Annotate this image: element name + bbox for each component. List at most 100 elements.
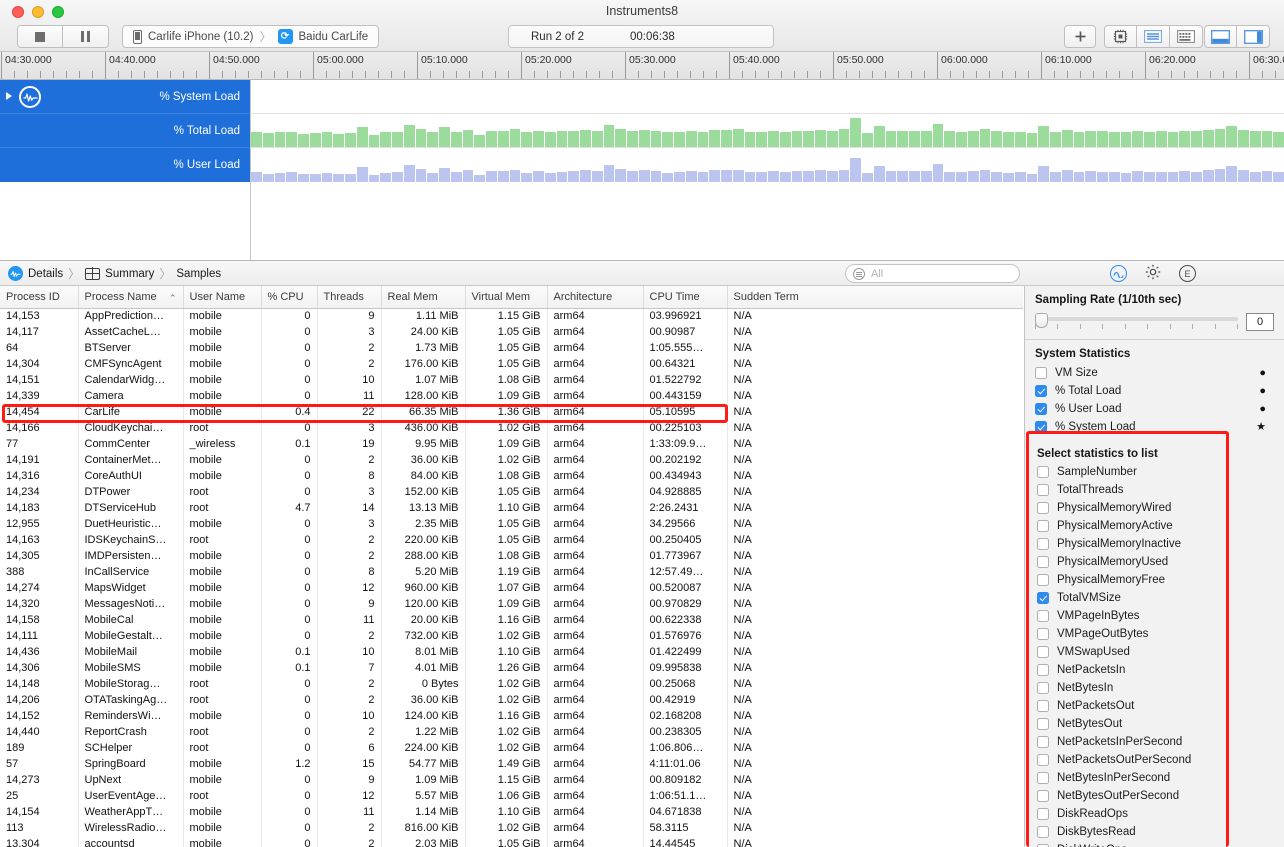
select-statistic-row[interactable]: DiskReadOps xyxy=(1037,805,1274,823)
checkbox[interactable] xyxy=(1037,754,1049,766)
checkbox[interactable] xyxy=(1037,466,1049,478)
table-row[interactable]: 77CommCenter_wireless0.1199.95 MiB1.09 G… xyxy=(0,436,1023,452)
checkbox[interactable] xyxy=(1037,826,1049,838)
select-statistic-row[interactable]: DiskWriteOps xyxy=(1037,841,1274,847)
keyboard-grid-button[interactable] xyxy=(1170,25,1203,48)
target-selector[interactable]: Carlife iPhone (10.2) 〉 ⟳ Baidu CarLife xyxy=(122,25,379,48)
pause-button[interactable] xyxy=(63,25,109,48)
table-row[interactable]: 189SCHelperroot06224.00 KiB1.02 GiBarm64… xyxy=(0,740,1023,756)
table-row[interactable]: 14,206OTATaskingAg…root0236.00 KiB1.02 G… xyxy=(0,692,1023,708)
table-row[interactable]: 14,339Cameramobile011128.00 KiB1.09 GiBa… xyxy=(0,388,1023,404)
column-header-virtual-mem[interactable]: Virtual Mem xyxy=(465,286,547,308)
table-row[interactable]: 14,440ReportCrashroot021.22 MiB1.02 GiBa… xyxy=(0,724,1023,740)
table-row[interactable]: 14,436MobileMailmobile0.1108.01 MiB1.10 … xyxy=(0,644,1023,660)
table-row[interactable]: 14,306MobileSMSmobile0.174.01 MiB1.26 Gi… xyxy=(0,660,1023,676)
checkbox[interactable] xyxy=(1035,367,1047,379)
system-statistic-row[interactable]: % System Load★ xyxy=(1035,418,1274,436)
table-row[interactable]: 388InCallServicemobile085.20 MiB1.19 GiB… xyxy=(0,564,1023,580)
select-statistic-row[interactable]: NetPacketsInPerSecond xyxy=(1037,733,1274,751)
column-header-architecture[interactable]: Architecture xyxy=(547,286,643,308)
column-header-process-id[interactable]: Process ID xyxy=(0,286,78,308)
checkbox[interactable] xyxy=(1035,385,1047,397)
table-row[interactable]: 14,320MessagesNoti…mobile09120.00 KiB1.0… xyxy=(0,596,1023,612)
cpu-chip-button[interactable] xyxy=(1104,25,1137,48)
table-row[interactable]: 14,148MobileStorag…root020 Bytes1.02 GiB… xyxy=(0,676,1023,692)
timeline-ruler[interactable]: 04:30.00004:40.00004:50.00005:00.00005:1… xyxy=(0,52,1284,80)
checkbox[interactable] xyxy=(1037,592,1049,604)
checkbox[interactable] xyxy=(1037,520,1049,532)
select-statistic-row[interactable]: NetPacketsOutPerSecond xyxy=(1037,751,1274,769)
select-statistic-row[interactable]: NetBytesOutPerSecond xyxy=(1037,787,1274,805)
breadcrumb-item-details[interactable]: Details xyxy=(28,268,63,280)
table-row[interactable]: 14,111MobileGestalt…mobile02732.00 KiB1.… xyxy=(0,628,1023,644)
checkbox[interactable] xyxy=(1037,502,1049,514)
select-statistic-row[interactable]: VMPageInBytes xyxy=(1037,607,1274,625)
table-row[interactable]: 14,163IDSKeychainS…root02220.00 KiB1.05 … xyxy=(0,532,1023,548)
checkbox[interactable] xyxy=(1035,403,1047,415)
toggle-inspector-panel-button[interactable] xyxy=(1237,25,1270,48)
system-statistic-row[interactable]: % User Load● xyxy=(1035,400,1274,418)
breadcrumb-item-summary[interactable]: Summary xyxy=(105,268,154,280)
table-row[interactable]: 14,305IMDPersisten…mobile02288.00 KiB1.0… xyxy=(0,548,1023,564)
select-statistic-row[interactable]: PhysicalMemoryInactive xyxy=(1037,535,1274,553)
extensions-button[interactable]: E xyxy=(1179,265,1196,282)
stop-button[interactable] xyxy=(17,25,63,48)
select-statistic-row[interactable]: SampleNumber xyxy=(1037,463,1274,481)
process-table-container[interactable]: Process IDProcess Name⌃User Name% CPUThr… xyxy=(0,286,1023,847)
table-row[interactable]: 14,166CloudKeychai…root03436.00 KiB1.02 … xyxy=(0,420,1023,436)
graph-lane-user-load[interactable] xyxy=(251,148,1284,182)
sampling-rate-value[interactable]: 0 xyxy=(1246,313,1274,331)
search-input[interactable]: All xyxy=(845,264,1020,283)
checkbox[interactable] xyxy=(1037,700,1049,712)
checkbox[interactable] xyxy=(1037,772,1049,784)
table-row[interactable]: 14,316CoreAuthUImobile0884.00 KiB1.08 Gi… xyxy=(0,468,1023,484)
system-statistic-row[interactable]: % Total Load● xyxy=(1035,382,1274,400)
dot-marker-icon[interactable]: ● xyxy=(1259,368,1266,378)
dot-marker-icon[interactable]: ● xyxy=(1259,386,1266,396)
select-statistic-row[interactable]: VMSwapUsed xyxy=(1037,643,1274,661)
table-row[interactable]: 14,274MapsWidgetmobile012960.00 KiB1.07 … xyxy=(0,580,1023,596)
select-statistic-row[interactable]: PhysicalMemoryFree xyxy=(1037,571,1274,589)
table-row[interactable]: 14,153AppPrediction…mobile091.11 MiB1.15… xyxy=(0,308,1023,324)
track-row-system-load[interactable]: % System Load xyxy=(0,80,250,114)
select-statistic-row[interactable]: NetBytesIn xyxy=(1037,679,1274,697)
checkbox[interactable] xyxy=(1037,646,1049,658)
column-header-sudden-term[interactable]: Sudden Term xyxy=(727,286,1023,308)
gear-button[interactable] xyxy=(1145,264,1161,283)
table-row[interactable]: 14,183DTServiceHubroot4.71413.13 MiB1.10… xyxy=(0,500,1023,516)
table-row[interactable]: 64BTServermobile021.73 MiB1.05 GiBarm641… xyxy=(0,340,1023,356)
select-statistic-row[interactable]: PhysicalMemoryUsed xyxy=(1037,553,1274,571)
checkbox[interactable] xyxy=(1037,628,1049,640)
checkbox[interactable] xyxy=(1037,484,1049,496)
graph-lane-total-load[interactable] xyxy=(251,114,1284,148)
checkbox[interactable] xyxy=(1037,718,1049,730)
table-row[interactable]: 14,304CMFSyncAgentmobile02176.00 KiB1.05… xyxy=(0,356,1023,372)
select-statistic-row[interactable]: DiskBytesRead xyxy=(1037,823,1274,841)
column-header-process-name[interactable]: Process Name⌃ xyxy=(78,286,183,308)
table-row[interactable]: 14,117AssetCacheL…mobile0324.00 KiB1.05 … xyxy=(0,324,1023,340)
star-marker-icon[interactable]: ★ xyxy=(1256,422,1266,432)
select-statistic-row[interactable]: NetBytesOut xyxy=(1037,715,1274,733)
table-row[interactable]: 57SpringBoardmobile1.21554.77 MiB1.49 Gi… xyxy=(0,756,1023,772)
dot-marker-icon[interactable]: ● xyxy=(1259,404,1266,414)
column-header-real-mem[interactable]: Real Mem xyxy=(381,286,465,308)
column-header-threads[interactable]: Threads xyxy=(317,286,381,308)
toggle-detail-panel-button[interactable] xyxy=(1204,25,1237,48)
select-statistic-row[interactable]: PhysicalMemoryActive xyxy=(1037,517,1274,535)
checkbox[interactable] xyxy=(1037,790,1049,802)
select-statistic-row[interactable]: NetBytesInPerSecond xyxy=(1037,769,1274,787)
list-lines-button[interactable] xyxy=(1137,25,1170,48)
table-row[interactable]: 25UserEventAge…root0125.57 MiB1.06 GiBar… xyxy=(0,788,1023,804)
checkbox[interactable] xyxy=(1037,664,1049,676)
select-statistic-row[interactable]: PhysicalMemoryWired xyxy=(1037,499,1274,517)
checkbox[interactable] xyxy=(1037,808,1049,820)
track-row-user-load[interactable]: % User Load xyxy=(0,148,250,182)
select-statistic-row[interactable]: NetPacketsIn xyxy=(1037,661,1274,679)
table-row[interactable]: 14,234DTPowerroot03152.00 KiB1.05 GiBarm… xyxy=(0,484,1023,500)
table-row[interactable]: 14,191ContainerMet…mobile0236.00 KiB1.02… xyxy=(0,452,1023,468)
checkbox[interactable] xyxy=(1037,682,1049,694)
table-row[interactable]: 14,454CarLifemobile0.42266.35 MiB1.36 Gi… xyxy=(0,404,1023,420)
disclosure-triangle-icon[interactable] xyxy=(6,92,12,100)
select-statistic-row[interactable]: VMPageOutBytes xyxy=(1037,625,1274,643)
checkbox[interactable] xyxy=(1037,574,1049,586)
